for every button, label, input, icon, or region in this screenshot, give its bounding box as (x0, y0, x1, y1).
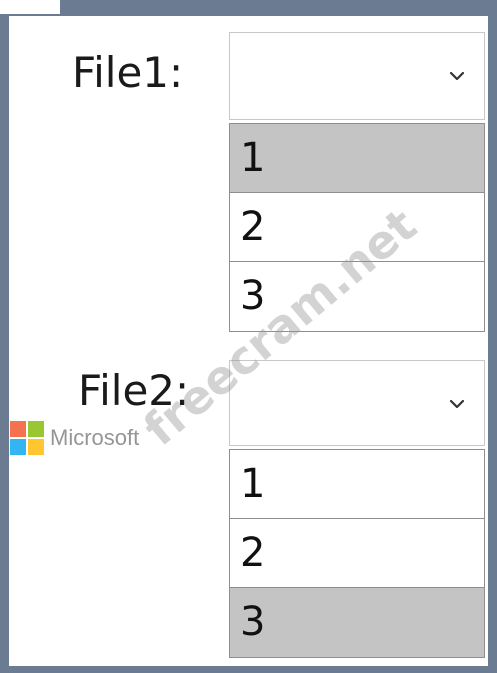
file1-option-1[interactable]: 1 (230, 124, 484, 193)
frame-border-bottom (0, 666, 497, 673)
file1-dropdown[interactable]: 1 2 3 (229, 32, 485, 332)
microsoft-logo-icon (10, 421, 44, 455)
answer-area: File1: 1 2 3 File2: 1 2 3 Microsoft free… (0, 0, 497, 673)
file2-label: File2: (78, 366, 190, 415)
frame-top-gap (0, 0, 60, 14)
file1-option-2[interactable]: 2 (230, 193, 484, 262)
microsoft-logo-text: Microsoft (50, 425, 140, 450)
frame-border-top (0, 0, 497, 16)
frame-border-right (488, 0, 497, 673)
file1-option-3[interactable]: 3 (230, 262, 484, 331)
chevron-down-icon[interactable] (448, 67, 466, 85)
file2-option-2[interactable]: 2 (230, 519, 484, 588)
chevron-down-icon[interactable] (448, 395, 466, 413)
file1-label: File1: (72, 48, 184, 97)
file2-option-3[interactable]: 3 (230, 588, 484, 657)
file2-dropdown[interactable]: 1 2 3 (229, 360, 485, 658)
file2-option-1[interactable]: 1 (230, 450, 484, 519)
frame-border-left (0, 0, 9, 673)
file2-select[interactable] (229, 360, 485, 446)
file2-options-list: 1 2 3 (229, 449, 485, 658)
file1-select[interactable] (229, 32, 485, 120)
file1-options-list: 1 2 3 (229, 123, 485, 332)
microsoft-logo: Microsoft (10, 420, 139, 456)
